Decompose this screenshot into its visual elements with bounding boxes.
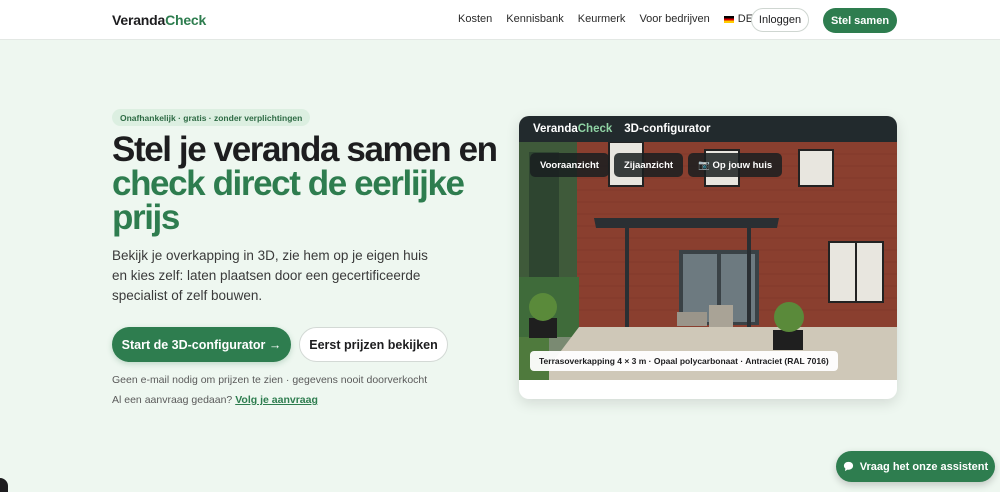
configurator-card: VerandaCheck 3D-configurator Vooraanzich…: [519, 116, 897, 399]
hero-lead-text: Bekijk je overkapping in 3D, zie hem op …: [112, 248, 428, 303]
tab-on-your-house[interactable]: 📷 Op jouw huis: [688, 153, 783, 177]
nav-link-keurmerk[interactable]: Keurmerk: [578, 13, 626, 25]
tab-front-view[interactable]: Vooraanzicht: [530, 153, 609, 177]
assistant-chat-button[interactable]: Vraag het onze assistent: [836, 451, 995, 482]
hero-badge: Onafhankelijk · gratis · zonder verplich…: [112, 109, 311, 126]
title-line-1: Stel je veranda samen en: [112, 130, 498, 169]
language-switcher[interactable]: DE: [723, 13, 753, 25]
header-cta-button[interactable]: Stel samen: [823, 8, 897, 33]
logo-part-1: Veranda: [112, 12, 166, 28]
site-header: VerandaCheck Kosten Kennisbank Keurmerk …: [0, 0, 1000, 40]
title-line-3: prijs: [112, 198, 180, 237]
nav-link-kosten[interactable]: Kosten: [458, 13, 492, 25]
nav-link-voor-bedrijven[interactable]: Voor bedrijven: [639, 13, 709, 25]
configurator-brand-part-1: Veranda: [533, 123, 578, 135]
main-nav: Kosten Kennisbank Keurmerk Voor bedrijve…: [458, 13, 753, 25]
configurator-title: 3D-configurator: [624, 123, 711, 135]
window-corner: [0, 478, 8, 492]
nav-link-kennisbank[interactable]: Kennisbank: [506, 13, 564, 25]
tab-side-view[interactable]: Zijaanzicht: [613, 153, 684, 177]
start-configurator-button[interactable]: Start de 3D-configurator →: [112, 327, 291, 362]
title-line-2: check direct de eerlijke: [112, 164, 465, 203]
logo-part-2: Check: [165, 12, 207, 28]
chat-bubble-icon: [843, 461, 853, 472]
chat-label: Vraag het onze assistent: [859, 460, 989, 473]
track-request-link[interactable]: Volg je aanvraag: [235, 394, 318, 406]
view-prices-button[interactable]: Eerst prijzen bekijken: [299, 327, 448, 362]
login-button[interactable]: Inloggen: [751, 8, 809, 32]
page-title: Stel je veranda samen en check direct de…: [112, 130, 512, 237]
configurator-header: VerandaCheck 3D-configurator: [519, 116, 897, 142]
privacy-note: Geen e-mail nodig om prijzen te zien · g…: [112, 374, 428, 386]
view-tabs: Vooraanzicht Zijaanzicht 📷 Op jouw huis: [530, 153, 783, 177]
logo[interactable]: VerandaCheck: [112, 12, 206, 28]
track-request-note: Al een aanvraag gedaan? Volg je aanvraag: [112, 394, 318, 406]
product-caption: Terrasoverkapping 4 × 3 m · Opaal polyca…: [530, 351, 838, 371]
configurator-brand: VerandaCheck: [533, 123, 612, 135]
german-flag-icon: [723, 15, 734, 23]
veranda-3d-render[interactable]: [519, 142, 897, 380]
track-request-text: Al een aanvraag gedaan?: [112, 394, 233, 406]
configurator-brand-part-2: Check: [577, 123, 613, 135]
